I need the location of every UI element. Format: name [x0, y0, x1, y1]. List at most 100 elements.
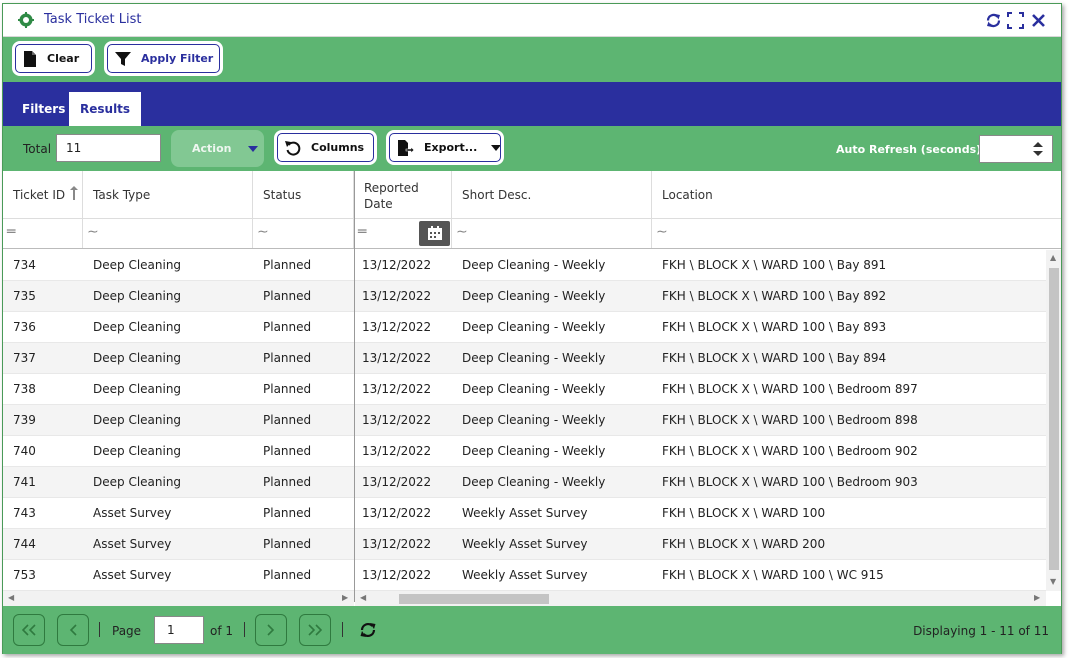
cell-short-desc: Deep Cleaning - Weekly — [462, 289, 606, 303]
column-header-label: Short Desc. — [462, 188, 532, 202]
contains-filter-icon[interactable]: ∼ — [452, 219, 652, 248]
calendar-icon[interactable] — [419, 221, 450, 246]
cell-reported-date: 13/12/2022 — [362, 506, 432, 520]
gear-app-icon — [18, 12, 34, 28]
pager-separator — [244, 622, 245, 637]
table-row[interactable]: 741 Deep Cleaning Planned 13/12/2022 Deep Cl… — [3, 467, 1046, 498]
tab-filters[interactable]: Filters — [11, 92, 76, 126]
columns-button[interactable]: Columns — [274, 130, 377, 165]
cell-reported-date: 13/12/2022 — [362, 289, 432, 303]
cell-task-type: Deep Cleaning — [93, 289, 182, 303]
filter-toolbar: Clear Apply Filter — [3, 37, 1061, 82]
table-row[interactable]: 743 Asset Survey Planned 13/12/2022 Weekly A… — [3, 498, 1046, 529]
next-page-button[interactable] — [255, 614, 287, 646]
refresh-icon[interactable] — [359, 621, 377, 639]
column-header-ticket-id[interactable]: Ticket ID — [3, 171, 83, 219]
cell-short-desc: Deep Cleaning - Weekly — [462, 475, 606, 489]
auto-refresh-spinner[interactable] — [979, 135, 1053, 163]
pager-bar: Page 1 of 1 Displaying 1 - 11 of 11 — [3, 606, 1061, 654]
table-row[interactable]: 738 Deep Cleaning Planned 13/12/2022 Deep Cl… — [3, 374, 1046, 405]
table-row[interactable]: 753 Asset Survey Planned 13/12/2022 Weekly A… — [3, 560, 1046, 591]
export-dropdown-button[interactable]: Export... — [386, 130, 504, 165]
cell-task-type: Asset Survey — [93, 537, 172, 551]
table-row[interactable]: 740 Deep Cleaning Planned 13/12/2022 Deep Cl… — [3, 436, 1046, 467]
table-row[interactable]: 744 Asset Survey Planned 13/12/2022 Weekly A… — [3, 529, 1046, 560]
cell-ticket-id: 736 — [13, 320, 36, 334]
displaying-count: Displaying 1 - 11 of 11 — [913, 624, 1049, 638]
horizontal-scrollbar[interactable]: ◀ ▶ — [355, 591, 1046, 606]
horizontal-scroll-thumb[interactable] — [399, 594, 549, 604]
cell-location: FKH \ BLOCK X \ WARD 100 \ Bedroom 902 — [662, 444, 918, 458]
cell-short-desc: Deep Cleaning - Weekly — [462, 320, 606, 334]
vertical-scrollbar[interactable]: ▲ ▼ — [1046, 250, 1061, 591]
cell-location: FKH \ BLOCK X \ WARD 100 \ Bay 891 — [662, 258, 887, 272]
document-icon — [24, 50, 36, 67]
page-label: Page — [112, 624, 142, 638]
cell-reported-date: 13/12/2022 — [362, 351, 432, 365]
auto-refresh-label: Auto Refresh (seconds) — [836, 143, 982, 156]
column-header-task-type[interactable]: Task Type — [83, 171, 253, 219]
apply-filter-button[interactable]: Apply Filter — [104, 41, 223, 76]
scroll-right-arrow-icon[interactable]: ▶ — [342, 593, 348, 602]
cell-status: Planned — [263, 568, 312, 582]
cell-location: FKH \ BLOCK X \ WARD 100 \ Bedroom 897 — [662, 382, 918, 396]
close-icon[interactable] — [1030, 12, 1047, 29]
equals-filter-icon[interactable]: ═ — [354, 219, 452, 248]
column-freeze-divider — [354, 171, 355, 602]
double-chevron-right-icon — [308, 624, 322, 636]
cell-status: Planned — [263, 351, 312, 365]
cell-task-type: Deep Cleaning — [93, 382, 182, 396]
cell-task-type: Deep Cleaning — [93, 320, 182, 334]
cell-reported-date: 13/12/2022 — [362, 382, 432, 396]
vertical-scroll-thumb[interactable] — [1049, 268, 1059, 570]
cell-ticket-id: 739 — [13, 413, 36, 427]
cell-reported-date: 13/12/2022 — [362, 413, 432, 427]
equals-filter-icon[interactable]: ═ — [3, 219, 83, 248]
cell-reported-date: 13/12/2022 — [362, 568, 432, 582]
previous-page-button[interactable] — [57, 614, 89, 646]
cell-ticket-id: 753 — [13, 568, 36, 582]
cell-short-desc: Weekly Asset Survey — [462, 506, 588, 520]
page-number-input[interactable]: 1 — [154, 616, 204, 644]
column-header-reported-date[interactable]: Reported Date — [354, 171, 452, 219]
cell-ticket-id: 743 — [13, 506, 36, 520]
cell-task-type: Asset Survey — [93, 506, 172, 520]
horizontal-scrollbar-frozen[interactable]: ◀ ▶ — [3, 591, 354, 606]
action-dropdown-button[interactable]: Action — [171, 130, 264, 167]
cell-status: Planned — [263, 506, 312, 520]
grid-body: 734 Deep Cleaning Planned 13/12/2022 Deep Cl… — [3, 250, 1046, 591]
contains-filter-icon[interactable]: ∼ — [652, 219, 1061, 248]
table-row[interactable]: 739 Deep Cleaning Planned 13/12/2022 Deep Cl… — [3, 405, 1046, 436]
scroll-right-arrow-icon[interactable]: ▶ — [1034, 593, 1040, 602]
scroll-left-arrow-icon[interactable]: ◀ — [360, 593, 366, 602]
scroll-left-arrow-icon[interactable]: ◀ — [8, 593, 14, 602]
cell-reported-date: 13/12/2022 — [362, 258, 432, 272]
contains-filter-icon[interactable]: ∼ — [83, 219, 253, 248]
table-row[interactable]: 735 Deep Cleaning Planned 13/12/2022 Deep Cl… — [3, 281, 1046, 312]
clear-button[interactable]: Clear — [12, 41, 95, 76]
cell-ticket-id: 738 — [13, 382, 36, 396]
refresh-icon[interactable] — [985, 12, 1002, 29]
table-row[interactable]: 736 Deep Cleaning Planned 13/12/2022 Deep Cl… — [3, 312, 1046, 343]
spinner-arrows-icon[interactable] — [1033, 141, 1043, 157]
column-header-status[interactable]: Status — [253, 171, 354, 219]
scroll-up-arrow-icon[interactable]: ▲ — [1050, 253, 1056, 262]
grid-header: Ticket ID Task Type Status Reported Date… — [3, 171, 1061, 219]
maximize-icon[interactable] — [1007, 12, 1024, 29]
column-header-label: Location — [662, 188, 713, 202]
column-header-location[interactable]: Location — [652, 171, 1061, 219]
last-page-button[interactable] — [299, 614, 331, 646]
contains-filter-icon[interactable]: ∼ — [253, 219, 354, 248]
table-row[interactable]: 734 Deep Cleaning Planned 13/12/2022 Deep Cl… — [3, 250, 1046, 281]
cell-short-desc: Deep Cleaning - Weekly — [462, 382, 606, 396]
columns-label: Columns — [311, 141, 365, 154]
column-header-short-desc[interactable]: Short Desc. — [452, 171, 652, 219]
chevron-right-icon — [267, 624, 275, 636]
clear-label: Clear — [47, 52, 80, 65]
tab-results[interactable]: Results — [69, 92, 142, 126]
first-page-button[interactable] — [13, 614, 45, 646]
results-grid: Ticket ID Task Type Status Reported Date… — [3, 171, 1061, 606]
scroll-down-arrow-icon[interactable]: ▼ — [1050, 577, 1056, 586]
table-row[interactable]: 737 Deep Cleaning Planned 13/12/2022 Deep Cl… — [3, 343, 1046, 374]
cell-task-type: Asset Survey — [93, 568, 172, 582]
